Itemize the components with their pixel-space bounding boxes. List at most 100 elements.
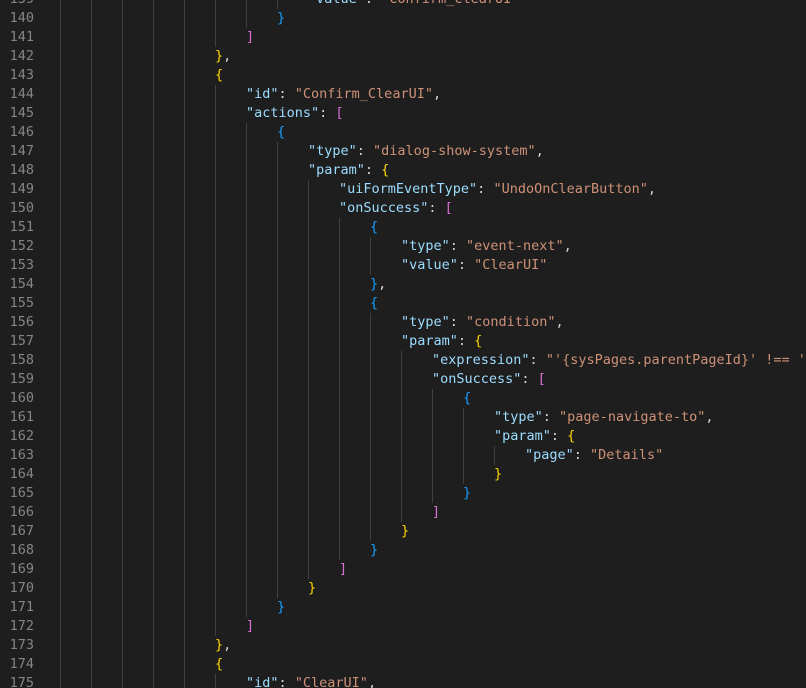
indent-guide bbox=[370, 389, 371, 408]
indent-guide bbox=[60, 218, 61, 237]
code-editor[interactable]: 139"value": "Confirm_ClearUI"140}141]142… bbox=[0, 0, 806, 688]
indent-guide bbox=[246, 351, 247, 370]
code-line[interactable]: 153 "value": "ClearUI" bbox=[0, 256, 806, 275]
code-line[interactable]: 148 "param": { bbox=[0, 161, 806, 180]
code-line[interactable]: 151 { bbox=[0, 218, 806, 237]
indent-guide bbox=[153, 85, 154, 104]
code-line[interactable]: 141] bbox=[0, 28, 806, 47]
code-token: } bbox=[215, 637, 224, 653]
code-line[interactable]: 163 "page": "Details" bbox=[0, 446, 806, 465]
indent-guide bbox=[91, 104, 92, 123]
code-line[interactable]: 166] bbox=[0, 503, 806, 522]
code-line[interactable]: 170} bbox=[0, 579, 806, 598]
indent-guide bbox=[60, 199, 61, 218]
indent-guide bbox=[91, 427, 92, 446]
indent-guide bbox=[215, 389, 216, 408]
code-line[interactable]: 157 "param": { bbox=[0, 332, 806, 351]
code-text: { bbox=[215, 655, 223, 674]
code-token: "id" bbox=[246, 675, 279, 688]
indent-guide bbox=[60, 351, 61, 370]
code-line[interactable]: 140} bbox=[0, 9, 806, 28]
indent-guide bbox=[308, 560, 309, 579]
indent-guide bbox=[432, 408, 433, 427]
indent-guide bbox=[246, 332, 247, 351]
indent-guide bbox=[184, 199, 185, 218]
code-token: } bbox=[370, 542, 379, 558]
indent-guide bbox=[91, 0, 92, 9]
indent-guide bbox=[153, 427, 154, 446]
indent-guide bbox=[215, 560, 216, 579]
line-number: 144 bbox=[9, 86, 34, 102]
code-token: "param" bbox=[401, 333, 458, 349]
indent-guide bbox=[91, 161, 92, 180]
code-line[interactable]: 167} bbox=[0, 522, 806, 541]
code-line[interactable]: 169] bbox=[0, 560, 806, 579]
code-token: : bbox=[457, 257, 475, 273]
indent-guide bbox=[60, 503, 61, 522]
indent-guide bbox=[277, 142, 278, 161]
indent-guide bbox=[308, 237, 309, 256]
code-line[interactable]: 149 "uiFormEventType": "UndoOnClearButton… bbox=[0, 180, 806, 199]
code-line[interactable]: 144 "id": "Confirm_ClearUI", bbox=[0, 85, 806, 104]
indent-guide bbox=[153, 256, 154, 275]
code-text: "actions": [ bbox=[246, 104, 344, 123]
code-token: : bbox=[550, 428, 568, 444]
indent-guide bbox=[153, 370, 154, 389]
code-line[interactable]: 168} bbox=[0, 541, 806, 560]
code-line[interactable]: 158 "expression": "'{sysPages.parentPageI… bbox=[0, 351, 806, 370]
code-line[interactable]: 159 "onSuccess": [ bbox=[0, 370, 806, 389]
code-line[interactable]: 171} bbox=[0, 598, 806, 617]
code-line[interactable]: 154}, bbox=[0, 275, 806, 294]
indent-guide bbox=[184, 66, 185, 85]
code-token: "id" bbox=[246, 86, 279, 102]
code-line[interactable]: 161 "type": "page-navigate-to", bbox=[0, 408, 806, 427]
indent-guide bbox=[246, 465, 247, 484]
indent-guide bbox=[215, 85, 216, 104]
code-line[interactable]: 164} bbox=[0, 465, 806, 484]
indent-guide bbox=[91, 560, 92, 579]
code-line[interactable]: 152 "type": "event-next", bbox=[0, 237, 806, 256]
indent-guide bbox=[122, 199, 123, 218]
indent-guide bbox=[91, 85, 92, 104]
code-line[interactable]: 146 { bbox=[0, 123, 806, 142]
code-text: } bbox=[277, 598, 285, 617]
indent-guide bbox=[122, 541, 123, 560]
code-token: "ClearUI" bbox=[294, 675, 368, 688]
indent-guide bbox=[308, 294, 309, 313]
code-line[interactable]: 150 "onSuccess": [ bbox=[0, 199, 806, 218]
code-token: , bbox=[432, 86, 442, 102]
indent-guide bbox=[370, 256, 371, 275]
code-line[interactable]: 145 "actions": [ bbox=[0, 104, 806, 123]
code-token: "type" bbox=[494, 409, 543, 425]
code-line[interactable]: 175 "id": "ClearUI", bbox=[0, 674, 806, 688]
code-token: { bbox=[370, 219, 379, 235]
indent-guide bbox=[122, 446, 123, 465]
line-number: 140 bbox=[9, 10, 34, 26]
code-line[interactable]: 165} bbox=[0, 484, 806, 503]
indent-guide bbox=[401, 503, 402, 522]
code-line[interactable]: 156 "type": "condition", bbox=[0, 313, 806, 332]
indent-guide bbox=[463, 427, 464, 446]
code-line[interactable]: 142}, bbox=[0, 47, 806, 66]
indent-guide bbox=[91, 199, 92, 218]
code-line[interactable]: 143 { bbox=[0, 66, 806, 85]
indent-guide bbox=[277, 522, 278, 541]
code-line[interactable]: 172] bbox=[0, 617, 806, 636]
indent-guide bbox=[153, 123, 154, 142]
code-line[interactable]: 162 "param": { bbox=[0, 427, 806, 446]
indent-guide bbox=[91, 655, 92, 674]
line-number: 152 bbox=[9, 238, 34, 254]
code-line[interactable]: 139 "value": "Confirm_ClearUI" bbox=[0, 0, 806, 9]
code-token: [ bbox=[335, 105, 344, 121]
line-number: 174 bbox=[9, 656, 34, 672]
code-line[interactable]: 155 { bbox=[0, 294, 806, 313]
code-line[interactable]: 174 { bbox=[0, 655, 806, 674]
code-line[interactable]: 173}, bbox=[0, 636, 806, 655]
indent-guide bbox=[339, 427, 340, 446]
code-line[interactable]: 160 { bbox=[0, 389, 806, 408]
indent-guide bbox=[184, 655, 185, 674]
indent-guide bbox=[60, 541, 61, 560]
code-text: "value": "ClearUI" bbox=[401, 256, 547, 275]
indent-guide bbox=[153, 522, 154, 541]
code-line[interactable]: 147 "type": "dialog-show-system", bbox=[0, 142, 806, 161]
